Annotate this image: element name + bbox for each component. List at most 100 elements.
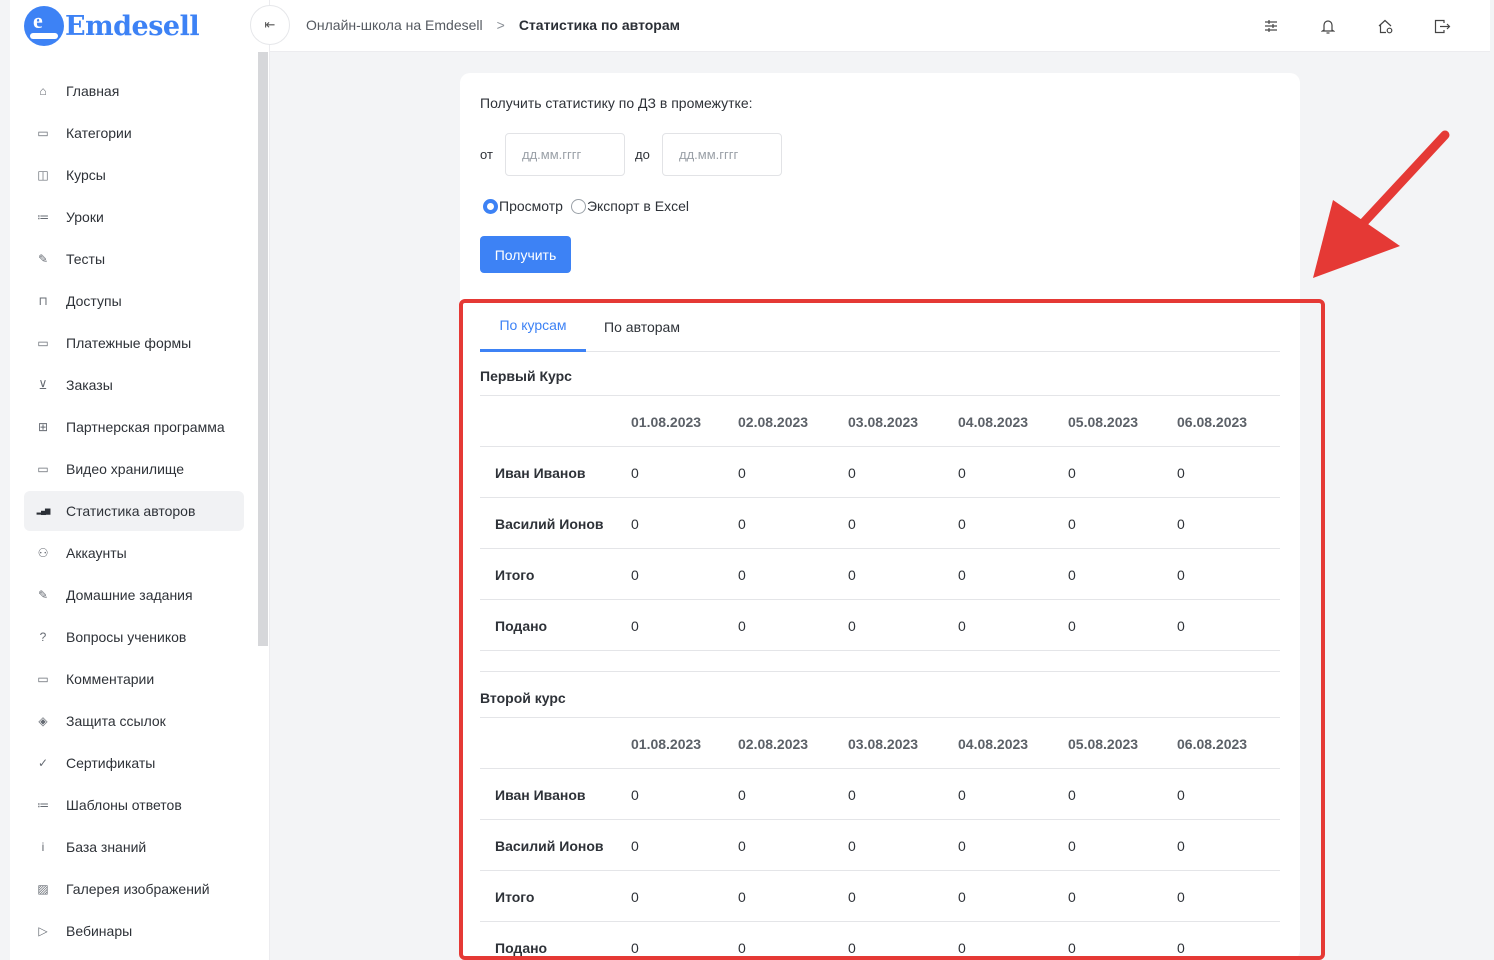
sidebar-item-1[interactable]: ▭ Категории — [24, 113, 244, 153]
sidebar-item-16[interactable]: ✓ Сертификаты — [24, 743, 244, 783]
date-to-input[interactable] — [662, 133, 782, 176]
sidebar-item-8[interactable]: ⊞ Партнерская программа — [24, 407, 244, 447]
date-column-header: 01.08.2023 — [631, 736, 702, 752]
radio-export[interactable] — [570, 198, 586, 214]
sidebar-item-label: Вопросы учеников — [66, 629, 187, 645]
table-cell: 0 — [958, 838, 966, 854]
date-column-header: 01.08.2023 — [631, 414, 702, 430]
topbar: ⇤ Онлайн-школа на Emdesell > Статистика … — [250, 0, 1494, 52]
window-edge — [0, 0, 10, 960]
list-icon: ≔ — [37, 798, 49, 812]
sidebar-item-label: Вебинары — [66, 923, 133, 939]
sidebar-item-label: Категории — [66, 125, 132, 141]
from-label: от — [480, 147, 493, 162]
row-name: Подано — [495, 940, 548, 956]
date-column-header: 05.08.2023 — [1068, 736, 1139, 752]
sidebar-item-5[interactable]: ⊓ Доступы — [24, 281, 244, 321]
sidebar-item-3[interactable]: ≔ Уроки — [24, 197, 244, 237]
sidebar-item-10[interactable]: ▂▄▆ Статистика авторов — [24, 491, 244, 531]
table-cell: 0 — [631, 940, 639, 956]
sidebar-item-label: Шаблоны ответов — [66, 797, 182, 813]
row-name: Василий Ионов — [495, 516, 604, 532]
table-cell: 0 — [738, 567, 746, 583]
bar-chart-icon: ▂▄▆ — [36, 508, 51, 515]
table-cell: 0 — [848, 516, 856, 532]
sidebar-item-6[interactable]: ▭ Платежные формы — [24, 323, 244, 363]
sidebar-item-4[interactable]: ✎ Тесты — [24, 239, 244, 279]
date-column-header: 03.08.2023 — [848, 736, 919, 752]
sidebar-item-18[interactable]: i База знаний — [24, 827, 244, 867]
table-cell: 0 — [958, 516, 966, 532]
app-window: e Emdesell ⌂ Главная ▭ Категории ◫ Курсы ≔ Урок… — [0, 0, 1494, 960]
date-from-input[interactable] — [505, 133, 625, 176]
date-column-header: 04.08.2023 — [958, 736, 1029, 752]
sidebar-item-12[interactable]: ✎ Домашние задания — [24, 575, 244, 615]
sidebar-item-9[interactable]: ▭ Видео хранилище — [24, 449, 244, 489]
sidebar-item-label: Партнерская программа — [66, 419, 225, 435]
table-cell: 0 — [1068, 618, 1076, 634]
logo[interactable]: e Emdesell — [24, 6, 200, 46]
course-table: Первый Курс 01.08.2023 02.08.2023 03.08.202… — [480, 352, 1280, 672]
sidebar-scrollbar[interactable] — [258, 52, 268, 646]
table-row: Подано 0 0 0 0 0 0 — [480, 600, 1280, 651]
table-cell: 0 — [958, 889, 966, 905]
date-column-header: 02.08.2023 — [738, 736, 809, 752]
radio-export-label[interactable]: Экспорт в Excel — [587, 198, 689, 214]
get-stats-button[interactable]: Получить — [480, 236, 571, 273]
collapse-sidebar-button[interactable]: ⇤ — [250, 5, 290, 45]
info-icon: i — [41, 840, 45, 854]
table-cell: 0 — [1068, 567, 1076, 583]
row-name: Иван Иванов — [495, 787, 586, 803]
sidebar-item-label: Платежные формы — [66, 335, 192, 351]
table-cell: 0 — [1177, 940, 1185, 956]
sidebar-item-label: Домашние задания — [66, 587, 193, 603]
book-icon: ◫ — [37, 168, 49, 182]
table-cell: 0 — [738, 940, 746, 956]
sidebar-item-13[interactable]: ? Вопросы учеников — [24, 617, 244, 657]
table-cell: 0 — [1068, 940, 1076, 956]
sidebar-item-label: Главная — [66, 83, 120, 99]
home-settings-icon[interactable] — [1373, 14, 1397, 38]
sidebar-item-label: База знаний — [66, 839, 147, 855]
cart-icon: ⊻ — [38, 378, 48, 392]
table-row: Иван Иванов 0 0 0 0 0 0 — [480, 447, 1280, 498]
table-cell: 0 — [1068, 838, 1076, 854]
radio-view[interactable] — [483, 198, 498, 214]
logout-icon[interactable] — [1430, 14, 1454, 38]
sidebar-item-11[interactable]: ⚇ Аккаунты — [24, 533, 244, 573]
window-edge-right — [1490, 0, 1494, 960]
sidebar-item-14[interactable]: ▭ Комментарии — [24, 659, 244, 699]
table-cell: 0 — [1177, 618, 1185, 634]
lock-icon: ⊓ — [38, 294, 48, 308]
row-name: Василий Ионов — [495, 838, 604, 854]
row-name: Иван Иванов — [495, 465, 586, 481]
sidebar-item-0[interactable]: ⌂ Главная — [24, 71, 244, 111]
sliders-icon[interactable] — [1259, 14, 1283, 38]
sidebar-item-20[interactable]: ▷ Вебинары — [24, 911, 244, 951]
play-icon: ▷ — [38, 924, 48, 938]
logo-text: Emdesell — [65, 10, 200, 42]
table-cell: 0 — [848, 838, 856, 854]
table-row: Иван Иванов 0 0 0 0 0 0 — [480, 769, 1280, 820]
pencil-icon: ✎ — [37, 588, 49, 602]
radio-view-label[interactable]: Просмотр — [499, 198, 563, 214]
breadcrumb: Онлайн-школа на Emdesell > Статистика по… — [306, 17, 680, 33]
sidebar-item-7[interactable]: ⊻ Заказы — [24, 365, 244, 405]
tabs: По курсам По авторам — [480, 301, 1280, 352]
table-cell: 0 — [631, 516, 639, 532]
sidebar-item-label: Комментарии — [66, 671, 155, 687]
sidebar-item-2[interactable]: ◫ Курсы — [24, 155, 244, 195]
sidebar-item-19[interactable]: ▨ Галерея изображений — [24, 869, 244, 909]
sidebar-item-15[interactable]: ◈ Защита ссылок — [24, 701, 244, 741]
table-row: Итого 0 0 0 0 0 0 — [480, 549, 1280, 600]
bell-icon[interactable] — [1316, 14, 1340, 38]
breadcrumb-link[interactable]: Онлайн-школа на Emdesell — [306, 17, 483, 33]
tab-by-authors[interactable]: По авторам — [586, 301, 698, 352]
date-column-header: 06.08.2023 — [1177, 736, 1248, 752]
table-cell: 0 — [848, 940, 856, 956]
tab-by-courses[interactable]: По курсам — [480, 301, 586, 352]
output-mode-group: Просмотр Экспорт в Excel — [483, 198, 697, 214]
table-cell: 0 — [958, 567, 966, 583]
sidebar-item-17[interactable]: ≔ Шаблоны ответов — [24, 785, 244, 825]
table-row: Василий Ионов 0 0 0 0 0 0 — [480, 498, 1280, 549]
